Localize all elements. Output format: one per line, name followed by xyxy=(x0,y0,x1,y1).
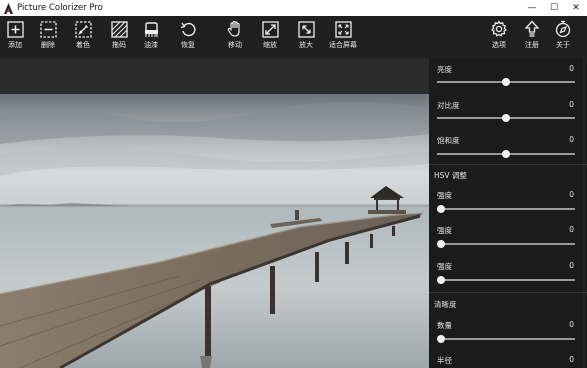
window-title: Picture Colorizer Pro xyxy=(17,3,103,13)
amount-value: 0 xyxy=(569,320,574,329)
brightness-slider-thumb[interactable] xyxy=(502,78,510,86)
saturation-value: 0 xyxy=(569,135,574,144)
maximize-button[interactable]: ☐ xyxy=(543,0,565,16)
add-button[interactable]: 添加 xyxy=(2,20,28,56)
hsv-intensity-3-label: 强度 xyxy=(437,262,452,271)
options-button[interactable]: 选项 xyxy=(486,20,512,56)
register-label: 注册 xyxy=(525,41,539,49)
undo-icon xyxy=(179,20,197,38)
hand-icon xyxy=(226,20,244,38)
hsv-divider xyxy=(429,164,587,165)
saturation-slider-thumb[interactable] xyxy=(502,150,510,158)
fit-screen-icon xyxy=(334,20,352,38)
move-button[interactable]: 移动 xyxy=(222,20,248,56)
about-label: 关于 xyxy=(556,41,570,49)
hsv-intensity-1-slider[interactable] xyxy=(437,205,575,213)
toolbar: 添加 删除 着色 拖码 油漆 恢复 移动 缩放 放大 适合屏幕 选项 注册 关于 xyxy=(0,16,587,58)
zoom-in-label: 放大 xyxy=(299,41,313,49)
title-bar: Picture Colorizer Pro — ☐ ✕ xyxy=(0,0,587,16)
resize-icon xyxy=(261,20,279,38)
options-label: 选项 xyxy=(492,41,506,49)
move-label: 移动 xyxy=(228,41,242,49)
hsv-intensity-2-label: 强度 xyxy=(437,226,452,235)
minimize-button[interactable]: — xyxy=(521,0,543,16)
contrast-value: 0 xyxy=(569,100,574,109)
add-label: 添加 xyxy=(8,41,22,49)
panel-scrollbar[interactable] xyxy=(583,58,586,368)
saturation-slider[interactable] xyxy=(437,150,575,158)
zoom-in-button[interactable]: 放大 xyxy=(293,20,319,56)
zoom-label: 缩放 xyxy=(263,41,277,49)
hsv-intensity-2-slider[interactable] xyxy=(437,240,575,248)
brightness-value: 0 xyxy=(569,64,574,73)
fit-screen-label: 适合屏幕 xyxy=(329,41,357,49)
pencil-square-icon xyxy=(74,20,92,38)
zoom-button[interactable]: 缩放 xyxy=(257,20,283,56)
image-canvas[interactable] xyxy=(0,58,429,368)
hsv-intensity-3-value: 0 xyxy=(569,261,574,270)
radius-value: 0 xyxy=(569,355,574,364)
compass-icon xyxy=(554,20,572,38)
app-window: Picture Colorizer Pro — ☐ ✕ 添加 删除 着色 拖码 … xyxy=(0,0,587,368)
bucket-icon xyxy=(142,20,160,38)
colorize-button[interactable]: 着色 xyxy=(70,20,96,56)
add-square-icon xyxy=(6,20,24,38)
hsv-section-title: HSV 调整 xyxy=(434,171,467,180)
amount-slider-thumb[interactable] xyxy=(437,335,445,343)
hsv-intensity-1-thumb[interactable] xyxy=(437,205,445,213)
delete-label: 删除 xyxy=(41,41,55,49)
hsv-intensity-1-label: 强度 xyxy=(437,191,452,200)
hsv-intensity-3-thumb[interactable] xyxy=(437,276,445,284)
restore-button[interactable]: 恢复 xyxy=(175,20,201,56)
remove-square-icon xyxy=(39,20,57,38)
erase-button[interactable]: 油漆 xyxy=(138,20,164,56)
hsv-intensity-2-thumb[interactable] xyxy=(437,240,445,248)
hsv-intensity-1-value: 0 xyxy=(569,190,574,199)
app-logo-icon xyxy=(3,2,13,14)
erase-label: 油漆 xyxy=(144,41,158,49)
sharpen-section-title: 清晰度 xyxy=(434,300,457,309)
zoom-in-icon xyxy=(297,20,315,38)
hatch-square-icon xyxy=(110,20,128,38)
close-button[interactable]: ✕ xyxy=(565,0,587,16)
contrast-label: 对比度 xyxy=(437,101,460,110)
amount-slider[interactable] xyxy=(437,335,575,343)
upload-icon xyxy=(523,20,541,38)
contrast-slider-thumb[interactable] xyxy=(502,114,510,122)
colorize-label: 着色 xyxy=(76,41,90,49)
gear-icon xyxy=(490,20,508,38)
saturation-label: 饱和度 xyxy=(437,136,460,145)
hsv-intensity-2-value: 0 xyxy=(569,225,574,234)
brightness-label: 亮度 xyxy=(437,65,452,74)
about-button[interactable]: 关于 xyxy=(550,20,576,56)
brush-button[interactable]: 拖码 xyxy=(106,20,132,56)
hsv-intensity-3-slider[interactable] xyxy=(437,276,575,284)
register-button[interactable]: 注册 xyxy=(519,20,545,56)
delete-button[interactable]: 删除 xyxy=(35,20,61,56)
fit-screen-button[interactable]: 适合屏幕 xyxy=(329,20,357,56)
radius-label: 半径 xyxy=(437,356,452,365)
sharpen-divider xyxy=(429,292,587,293)
restore-label: 恢复 xyxy=(181,41,195,49)
amount-label: 数量 xyxy=(437,321,452,330)
pier-photo xyxy=(0,94,429,368)
brush-label: 拖码 xyxy=(112,41,126,49)
adjustment-panel: 亮度 0 对比度 0 饱和度 0 HSV 调整 强度 0 强度 0 强度 0 清… xyxy=(429,58,587,368)
contrast-slider[interactable] xyxy=(437,114,575,122)
brightness-slider[interactable] xyxy=(437,78,575,86)
